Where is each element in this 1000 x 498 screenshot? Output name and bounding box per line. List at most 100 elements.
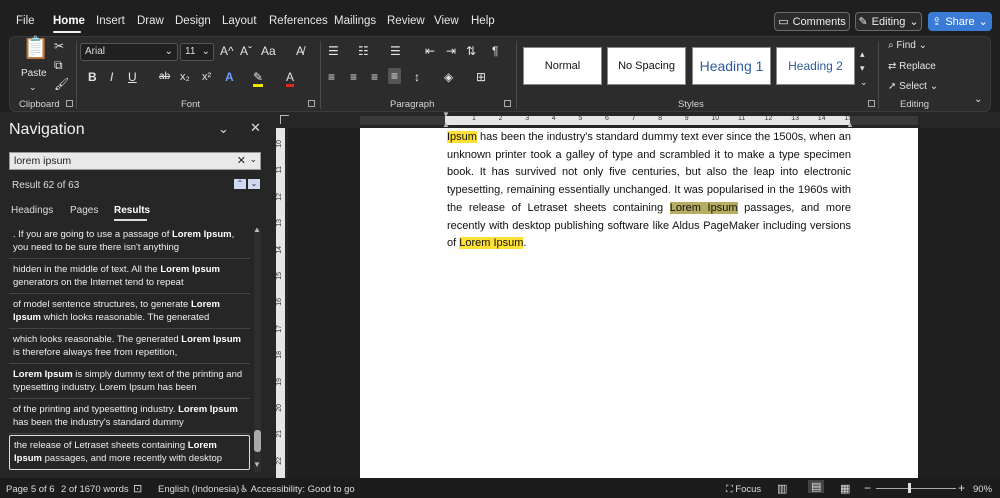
first-line-indent-icon[interactable]: ▼ — [442, 110, 450, 119]
change-case-button[interactable]: Aa — [261, 44, 276, 58]
zoom-in-icon[interactable]: + — [958, 481, 965, 495]
find-button[interactable]: ⌕ Find ⌄ — [888, 39, 927, 53]
tab-references[interactable]: References — [269, 15, 328, 27]
editing-mode-button[interactable]: ✎ Editing ⌄ — [855, 12, 922, 31]
document-body-text[interactable]: Ipsum has been the industry's standard d… — [447, 129, 851, 253]
search-result-item-selected[interactable]: the release of Letraset sheets containin… — [9, 435, 250, 470]
proofing-icon[interactable]: ⊡ — [133, 482, 142, 495]
search-result-item[interactable]: which looks reasonable. The generated Lo… — [9, 330, 250, 364]
tab-help[interactable]: Help — [471, 15, 495, 27]
paragraph-dialog-launcher[interactable] — [504, 100, 511, 107]
replace-button[interactable]: ⇄ Replace — [888, 60, 936, 74]
tab-file[interactable]: File — [16, 15, 35, 27]
search-result-item[interactable]: Lorem Ipsum is simply dummy text of the … — [9, 365, 250, 399]
line-spacing-icon[interactable]: ↕ — [414, 70, 420, 84]
search-result-item[interactable]: . If you are going to use a passage of L… — [9, 225, 250, 259]
styles-more-icon[interactable]: ⌄ — [860, 75, 868, 89]
sort-icon[interactable]: ⇅ — [466, 44, 476, 58]
scroll-down-icon[interactable]: ▼ — [253, 460, 261, 469]
italic-button[interactable]: I — [110, 70, 113, 84]
font-name-dropdown[interactable]: Arial ⌄ — [80, 43, 178, 61]
navigation-search-input[interactable]: lorem ipsum ✕ ⌄ — [9, 152, 261, 170]
chevron-down-icon[interactable]: ⌄ — [29, 80, 37, 94]
highlight-icon[interactable]: ✎ — [253, 70, 264, 87]
cut-icon[interactable]: ✂ — [54, 39, 64, 53]
multilevel-list-icon[interactable]: ☰ — [390, 44, 401, 58]
scrollbar-thumb[interactable] — [254, 430, 261, 452]
increase-indent-icon[interactable]: ⇥ — [446, 44, 456, 58]
zoom-out-icon[interactable]: − — [864, 481, 871, 495]
tab-review[interactable]: Review — [387, 15, 425, 27]
style-heading-2[interactable]: Heading 2 — [776, 47, 855, 85]
copy-icon[interactable]: ⧉ — [54, 58, 63, 72]
font-color-icon[interactable]: A — [286, 70, 295, 87]
tab-view[interactable]: View — [434, 15, 459, 27]
tab-draw[interactable]: Draw — [137, 15, 164, 27]
clear-search-icon[interactable]: ✕ — [237, 154, 246, 167]
tab-mailings[interactable]: Mailings — [334, 15, 376, 27]
chevron-down-icon[interactable]: ⌄ — [249, 154, 257, 165]
accessibility-status[interactable]: ♿ Accessibility: Good to go — [240, 484, 355, 495]
share-button[interactable]: ⇪ Share ⌄ — [928, 12, 992, 31]
paste-button[interactable]: Paste — [21, 67, 47, 81]
tab-layout[interactable]: Layout — [222, 15, 257, 27]
styles-scroll-down-icon[interactable]: ▾ — [860, 61, 865, 75]
style-no-spacing[interactable]: No Spacing — [607, 47, 686, 85]
numbering-icon[interactable]: ☷ — [358, 44, 369, 58]
align-left-icon[interactable]: ≡ — [328, 70, 335, 84]
styles-dialog-launcher[interactable] — [868, 100, 875, 107]
language-indicator[interactable]: English (Indonesia) — [158, 484, 239, 495]
close-icon[interactable]: ✕ — [250, 120, 261, 136]
grow-font-button[interactable]: A^ — [220, 44, 234, 58]
search-result-item[interactable]: of model sentence structures, to generat… — [9, 295, 250, 329]
vertical-ruler[interactable]: 10 11 12 13 14 15 16 17 18 19 20 21 22 — [272, 128, 288, 478]
read-mode-icon[interactable]: ▥ — [777, 482, 787, 495]
format-painter-icon[interactable]: 🖌 — [54, 77, 69, 91]
search-result-item[interactable]: hidden in the middle of text. All the Lo… — [9, 260, 250, 294]
zoom-slider-thumb[interactable] — [908, 483, 911, 493]
font-dialog-launcher[interactable] — [308, 100, 315, 107]
print-layout-icon[interactable]: ▤ — [808, 480, 825, 493]
clipboard-dialog-launcher[interactable] — [66, 100, 73, 107]
word-count[interactable]: 2 of 1670 words — [61, 484, 129, 495]
styles-scroll-up-icon[interactable]: ▴ — [860, 47, 865, 61]
style-normal[interactable]: Normal — [523, 47, 602, 85]
focus-button[interactable]: ⛶ Focus — [726, 484, 761, 495]
page-indicator[interactable]: Page 5 of 6 — [6, 484, 55, 495]
tab-home[interactable]: Home — [53, 15, 85, 27]
bullets-icon[interactable]: ☰ — [328, 44, 339, 58]
tab-design[interactable]: Design — [175, 15, 211, 27]
text-effects-icon[interactable]: A — [225, 70, 234, 84]
align-center-icon[interactable]: ≡ — [350, 70, 357, 84]
tab-headings[interactable]: Headings — [11, 205, 53, 216]
style-heading-1[interactable]: Heading 1 — [692, 47, 771, 85]
scroll-up-icon[interactable]: ▲ — [253, 225, 261, 234]
zoom-slider[interactable] — [876, 488, 956, 489]
clipboard-icon[interactable]: 📋 — [22, 37, 49, 59]
search-result-item[interactable]: of the printing and typesetting industry… — [9, 400, 250, 434]
zoom-level[interactable]: 90% — [973, 484, 992, 495]
bold-button[interactable]: B — [88, 70, 97, 84]
results-scrollbar[interactable]: ▲ ▼ — [253, 225, 261, 472]
tab-insert[interactable]: Insert — [96, 15, 125, 27]
decrease-indent-icon[interactable]: ⇤ — [425, 44, 435, 58]
underline-button[interactable]: U — [128, 70, 137, 84]
collapse-ribbon-icon[interactable]: ⌄ — [974, 93, 982, 107]
show-marks-icon[interactable]: ¶ — [492, 44, 498, 58]
comments-button[interactable]: ▭ Comments — [774, 12, 850, 31]
justify-icon[interactable]: ≡ — [388, 68, 402, 84]
shrink-font-button[interactable]: Aˇ — [240, 44, 252, 58]
web-layout-icon[interactable]: ▦ — [840, 482, 850, 495]
align-right-icon[interactable]: ≡ — [371, 70, 378, 84]
tab-results[interactable]: Results — [114, 205, 150, 216]
strikethrough-button[interactable]: ab — [159, 70, 170, 84]
clear-formatting-icon[interactable]: A̸ — [296, 44, 304, 58]
font-size-dropdown[interactable]: 11 ⌄ — [180, 43, 214, 61]
tab-pages[interactable]: Pages — [70, 205, 98, 216]
horizontal-ruler[interactable]: 1 2 3 4 5 6 7 8 9 10 11 12 13 14 15 ▼ ▲ ▲ — [272, 110, 1000, 129]
previous-result-icon[interactable]: ⌃ — [234, 179, 246, 189]
subscript-button[interactable]: x₂ — [180, 70, 190, 84]
superscript-button[interactable]: x² — [202, 70, 211, 84]
shading-icon[interactable]: ◈ — [444, 70, 453, 84]
select-button[interactable]: ➚ Select ⌄ — [888, 80, 938, 94]
